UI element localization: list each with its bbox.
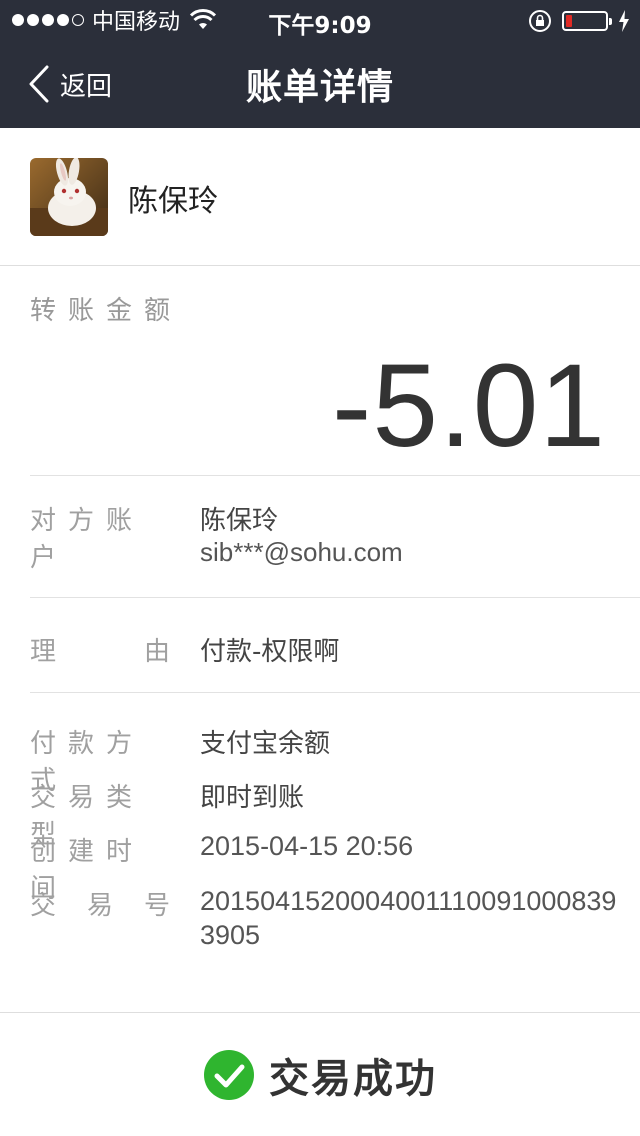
- rabbit-avatar-image: [30, 158, 108, 236]
- created-time-value: 2015-04-15 20:56: [200, 831, 414, 861]
- battery-icon: [562, 11, 612, 31]
- trade-no-label: 交 易 号: [30, 891, 170, 921]
- reason-value: 付款-权限啊: [200, 637, 340, 667]
- account-name: 陈保玲: [200, 506, 279, 536]
- account-label: 对方账户: [30, 506, 145, 573]
- nav-bar: 返回 账单详情: [0, 40, 640, 128]
- counterparty-header: 陈保玲: [0, 128, 640, 266]
- trade-no-value: 20150415200040011100910008393905: [200, 886, 617, 950]
- charging-bolt-icon: [619, 10, 629, 32]
- reason-label: 理 由: [30, 637, 170, 667]
- divider: [0, 1012, 640, 1013]
- status-text: 交易成功: [269, 1056, 437, 1102]
- trade-type-value: 即时到账: [200, 783, 305, 813]
- page-title: 账单详情: [245, 67, 394, 108]
- divider: [30, 475, 640, 476]
- divider: [30, 692, 640, 693]
- payment-method-value: 支付宝余额: [200, 729, 331, 759]
- status-bar: 中国移动 下午9:09: [0, 0, 640, 40]
- check-circle-icon: [204, 1050, 254, 1100]
- amount-value: -5.01: [332, 340, 606, 472]
- status-right: [528, 8, 630, 34]
- rotation-lock-icon: [529, 10, 551, 32]
- transaction-status: 交易成功: [0, 1046, 640, 1104]
- battery-level: [566, 15, 572, 27]
- counterparty-name: 陈保玲: [128, 184, 218, 219]
- avatar: [30, 158, 108, 236]
- divider: [30, 597, 640, 598]
- amount-label: 转账金额: [30, 296, 183, 326]
- account-email: sib***@sohu.com: [200, 537, 403, 567]
